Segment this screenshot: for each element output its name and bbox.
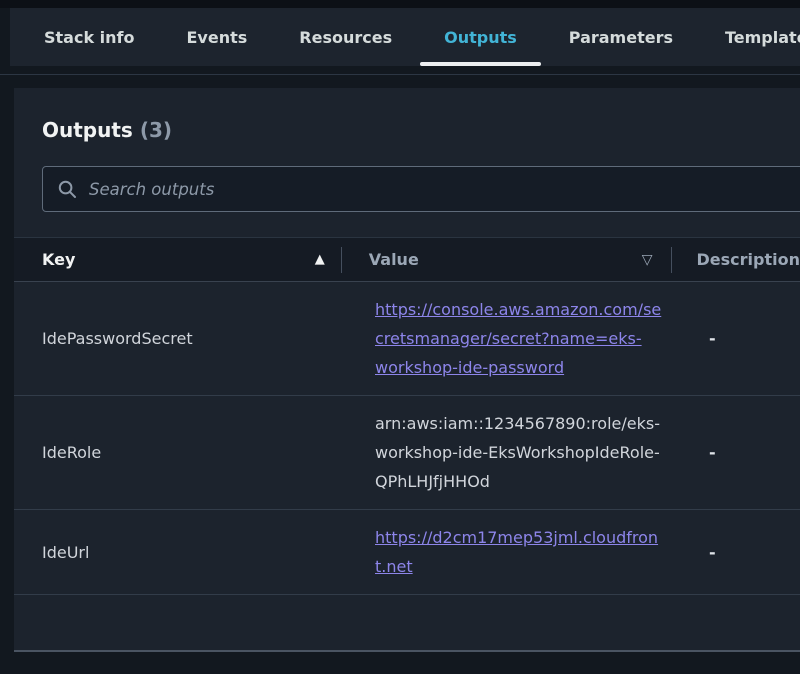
tab-outputs[interactable]: Outputs bbox=[418, 8, 543, 66]
page-title: Outputs (3) bbox=[42, 118, 772, 142]
output-value-link[interactable]: https://d2cm17mep53jml.cloudfront.net bbox=[375, 528, 658, 576]
search-icon bbox=[57, 179, 77, 199]
output-description: - bbox=[684, 329, 800, 348]
stack-detail-tabs: Stack info Events Resources Outputs Para… bbox=[10, 8, 800, 66]
sort-ascending-icon[interactable]: ▲ bbox=[315, 252, 325, 267]
output-key: IdeUrl bbox=[14, 543, 348, 562]
table-row: IdePasswordSecret https://console.aws.am… bbox=[14, 282, 800, 396]
tab-events[interactable]: Events bbox=[161, 8, 274, 66]
output-value: arn:aws:iam::1234567890:role/eks-worksho… bbox=[348, 409, 684, 496]
outputs-panel: Outputs (3) Key ▲ Value ▽ Description Id… bbox=[14, 88, 800, 652]
tabbar-bottom-rule bbox=[0, 74, 800, 75]
outputs-table-header: Key ▲ Value ▽ Description bbox=[14, 237, 800, 282]
outputs-panel-header: Outputs (3) bbox=[14, 88, 800, 144]
column-key-label: Key bbox=[42, 250, 75, 269]
tab-stack-info[interactable]: Stack info bbox=[18, 8, 161, 66]
tab-parameters[interactable]: Parameters bbox=[543, 8, 699, 66]
search-outputs-box[interactable] bbox=[42, 166, 800, 212]
search-outputs-input[interactable] bbox=[87, 179, 800, 200]
output-value: https://d2cm17mep53jml.cloudfront.net bbox=[348, 523, 684, 581]
output-key: IdePasswordSecret bbox=[14, 329, 348, 348]
outputs-table: Key ▲ Value ▽ Description IdePasswordSec… bbox=[14, 237, 800, 595]
column-value-label: Value bbox=[369, 250, 419, 269]
column-header-description[interactable]: Description bbox=[672, 250, 800, 269]
sort-inactive-icon[interactable]: ▽ bbox=[642, 252, 653, 268]
column-header-value[interactable]: Value ▽ bbox=[342, 250, 671, 269]
output-value: https://console.aws.amazon.com/secretsma… bbox=[348, 295, 684, 382]
outputs-title-text: Outputs bbox=[42, 118, 133, 142]
table-row: IdeRole arn:aws:iam::1234567890:role/eks… bbox=[14, 396, 800, 510]
output-value-text: arn:aws:iam::1234567890:role/eks-worksho… bbox=[375, 414, 660, 491]
output-value-link[interactable]: https://console.aws.amazon.com/secretsma… bbox=[375, 300, 661, 377]
tab-template[interactable]: Template bbox=[699, 8, 800, 66]
outputs-count-badge: (3) bbox=[140, 118, 172, 142]
window-top-edge bbox=[0, 0, 800, 8]
column-header-key[interactable]: Key ▲ bbox=[14, 250, 341, 269]
output-description: - bbox=[684, 543, 800, 562]
output-description: - bbox=[684, 443, 800, 462]
table-row: IdeUrl https://d2cm17mep53jml.cloudfront… bbox=[14, 510, 800, 595]
output-key: IdeRole bbox=[14, 443, 348, 462]
tab-resources[interactable]: Resources bbox=[273, 8, 418, 66]
